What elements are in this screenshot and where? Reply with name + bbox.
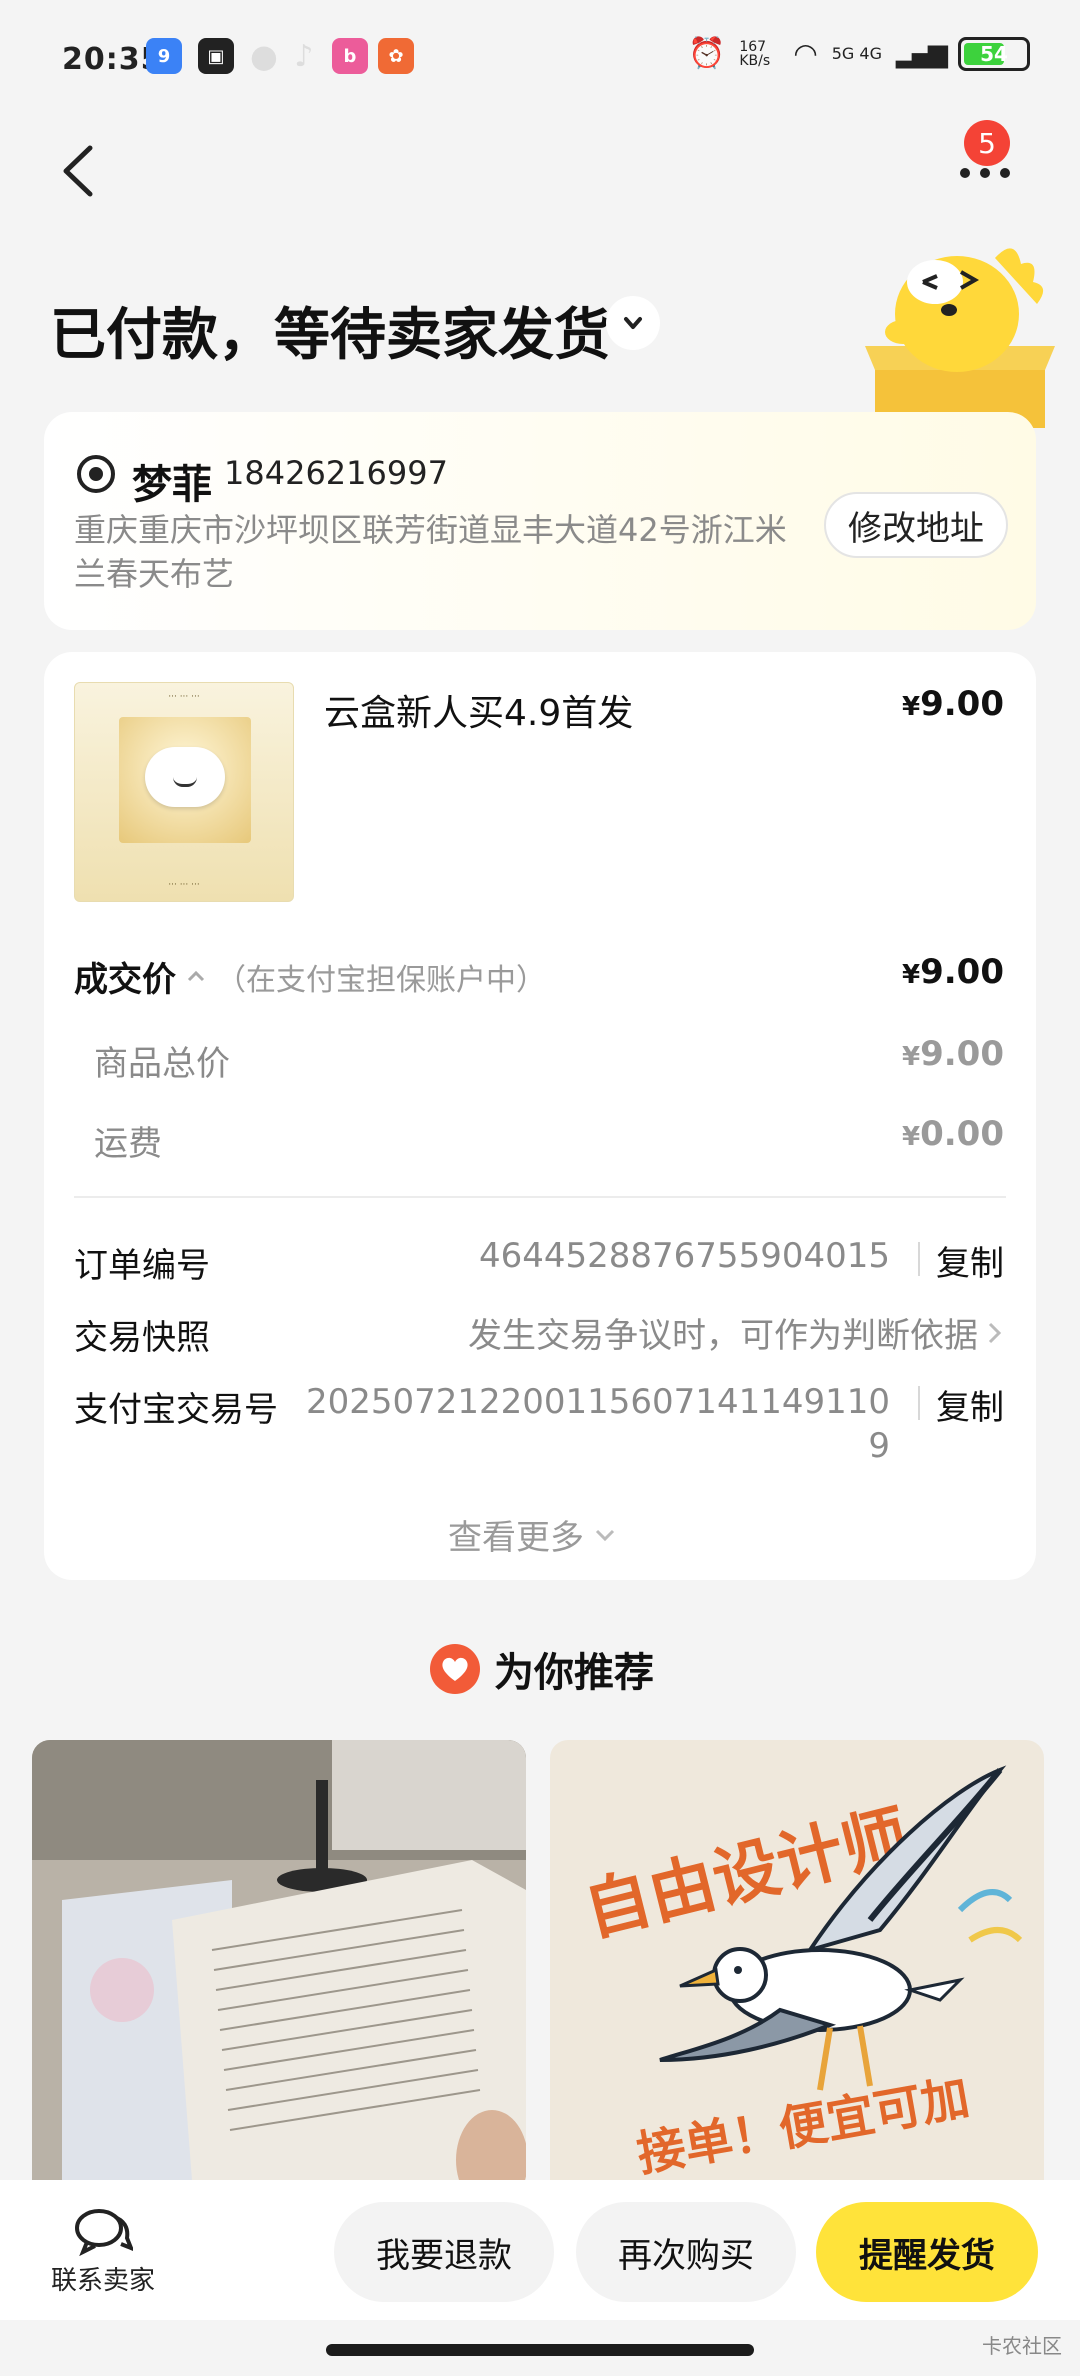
- product-title[interactable]: 云盒新人买4.9首发: [324, 684, 633, 736]
- address-detail: 重庆重庆市沙坪坝区联芳街道显丰大道42号浙江米兰春天布艺: [74, 511, 787, 593]
- edit-address-button[interactable]: 修改地址: [824, 492, 1008, 558]
- app2-notification-icon: ✿: [378, 38, 414, 74]
- order-no-label: 订单编号: [74, 1246, 210, 1286]
- chevron-down-icon: [595, 1529, 615, 1541]
- recommend-header: 为你推荐: [430, 1640, 654, 1698]
- tiktok-notification-icon: ♪: [294, 38, 314, 74]
- recommend-title: 为你推荐: [494, 1650, 654, 1696]
- deal-price-value: ¥9.00: [902, 952, 1004, 992]
- chevron-down-icon: [624, 317, 642, 329]
- separator: [918, 1242, 920, 1276]
- subtotal-label: 商品总价: [94, 1044, 230, 1084]
- wifi-icon: ◠: [793, 37, 818, 70]
- recommend-card-book[interactable]: [32, 1740, 526, 2180]
- chat-notification-icon: ●: [250, 37, 278, 75]
- copy-order-no-button[interactable]: 复制: [936, 1236, 1004, 1285]
- more-badge: 5: [964, 120, 1010, 166]
- copy-alipay-no-button[interactable]: 复制: [936, 1380, 1004, 1429]
- refund-button[interactable]: 我要退款: [334, 2202, 554, 2302]
- more-dots-icon: [960, 168, 1010, 178]
- separator: [918, 1386, 920, 1420]
- alipay-no-label: 支付宝交易号: [74, 1390, 278, 1430]
- product-price: ¥9.00: [902, 684, 1004, 724]
- snapshot-link[interactable]: 发生交易争议时，可作为判断依据: [468, 1308, 1006, 1357]
- view-more-label: 查看更多: [448, 1518, 584, 1558]
- back-button[interactable]: [52, 138, 112, 204]
- alipay-no-value: 202507212200115607141149110 9: [305, 1382, 890, 1466]
- deal-price-row[interactable]: 成交价 （在支付宝担保账户中）: [74, 952, 546, 1001]
- net-speed: 167 KB/s: [739, 38, 771, 69]
- app-notification-icon: 9: [146, 38, 182, 74]
- rebuy-button[interactable]: 再次购买: [576, 2202, 796, 2302]
- recipient-name: 梦菲: [132, 462, 212, 508]
- signal-label: 5G 4G: [831, 44, 882, 63]
- deal-price-label: 成交价: [74, 960, 176, 1000]
- view-more-button[interactable]: 查看更多: [448, 1510, 618, 1559]
- signal-icon: ▂▄▆: [896, 38, 948, 69]
- chat-bubble-icon: [75, 2209, 133, 2256]
- chevron-right-icon: [988, 1322, 1002, 1343]
- contact-seller-label: 联系卖家: [50, 2266, 155, 2296]
- shipping-value: ¥0.00: [902, 1114, 1004, 1154]
- chevron-left-icon: [63, 145, 93, 197]
- bilibili-notification-icon: b: [332, 38, 368, 74]
- recommend-card-designer[interactable]: 自由设计师 接单！便宜可加急！: [550, 1740, 1044, 2180]
- subtotal-value: ¥9.00: [902, 1034, 1004, 1074]
- home-indicator[interactable]: [326, 2344, 754, 2356]
- remind-shipping-button[interactable]: 提醒发货: [816, 2202, 1038, 2302]
- watermark: 卡农社区: [982, 2334, 1062, 2358]
- shipping-label: 运费: [94, 1124, 162, 1164]
- deal-price-note: （在支付宝担保账户中）: [216, 962, 546, 998]
- product-thumbnail[interactable]: ··· ··· ··· ··· ··· ···: [74, 682, 294, 902]
- divider: [74, 1196, 1006, 1198]
- battery-icon: 54: [958, 36, 1030, 71]
- status-right: ⏰ 167 KB/s ◠ 5G 4G ▂▄▆ 54: [688, 36, 1030, 71]
- location-pin-icon: [77, 455, 115, 493]
- alarm-icon: ⏰: [687, 36, 726, 71]
- chevron-up-icon: [187, 970, 205, 981]
- snapshot-label: 交易快照: [74, 1318, 210, 1358]
- book-photo: [32, 1740, 526, 2180]
- page-title: 已付款，等待卖家发货: [50, 303, 610, 368]
- battery-level: 54: [980, 41, 1008, 66]
- gallery-notification-icon: ▣: [198, 38, 234, 74]
- mascot-illustration: [865, 248, 1055, 428]
- status-bar: 20:35 9 ▣ ● ♪ b ✿ ⏰ 167 KB/s ◠ 5G 4G ▂▄▆…: [0, 0, 1080, 120]
- snapshot-value: 发生交易争议时，可作为判断依据: [468, 1316, 978, 1356]
- heart-icon: [430, 1644, 480, 1694]
- recipient-phone: 18426216997: [224, 454, 448, 492]
- status-expand-button[interactable]: [606, 296, 660, 350]
- contact-seller-button[interactable]: 联系卖家: [48, 2206, 158, 2297]
- order-no-value: 4644528876755904015: [478, 1236, 890, 1276]
